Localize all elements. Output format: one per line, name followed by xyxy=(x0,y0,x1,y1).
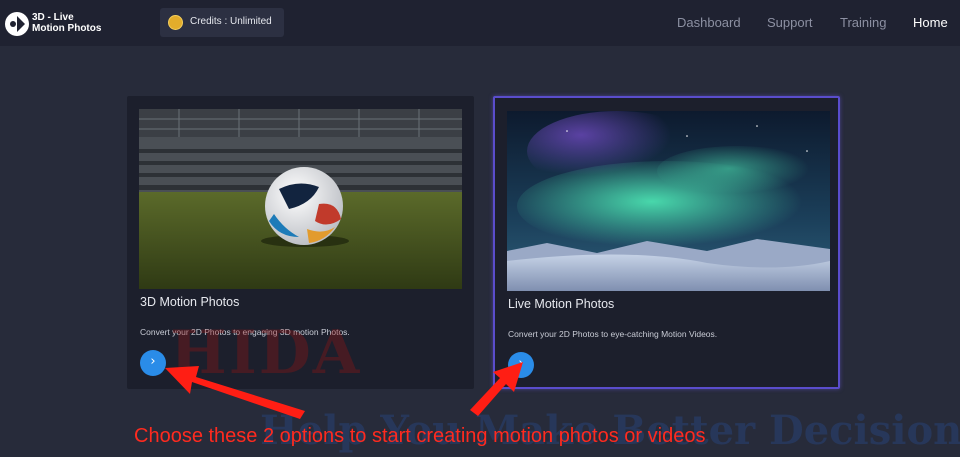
open-3d-motion-button[interactable]: › xyxy=(140,350,166,376)
nav-training[interactable]: Training xyxy=(840,15,886,30)
nav-home[interactable]: Home xyxy=(913,15,948,30)
nav-support[interactable]: Support xyxy=(767,15,813,30)
logo-text: 3D - Live Motion Photos xyxy=(32,12,101,34)
app-logo[interactable]: 3D - Live Motion Photos xyxy=(4,9,124,39)
chevron-right-icon: › xyxy=(518,356,524,371)
play-logo-icon xyxy=(5,12,29,36)
card-title: 3D Motion Photos xyxy=(140,295,240,309)
nav-dashboard[interactable]: Dashboard xyxy=(677,15,741,30)
logo-line-2: Motion Photos xyxy=(32,23,102,34)
open-live-motion-button[interactable]: › xyxy=(508,352,534,378)
logo-line-1: 3D - Live xyxy=(32,12,74,23)
top-bar: 3D - Live Motion Photos Credits : Unlimi… xyxy=(0,0,960,46)
watermark-logo: HIDA xyxy=(170,318,362,388)
coin-icon xyxy=(168,15,183,30)
credits-label: Credits : Unlimited xyxy=(190,16,272,27)
card-live-motion-photos[interactable]: Live Motion Photos Convert your 2D Photo… xyxy=(493,96,840,389)
card-title: Live Motion Photos xyxy=(508,297,615,311)
annotation-caption: Choose these 2 options to start creating… xyxy=(134,425,706,447)
soccer-ball-image xyxy=(139,109,462,289)
chevron-right-icon: › xyxy=(150,354,156,369)
credits-badge: Credits : Unlimited xyxy=(160,8,284,37)
card-description: Convert your 2D Photos to eye-catching M… xyxy=(508,329,718,339)
aurora-image xyxy=(507,111,830,291)
